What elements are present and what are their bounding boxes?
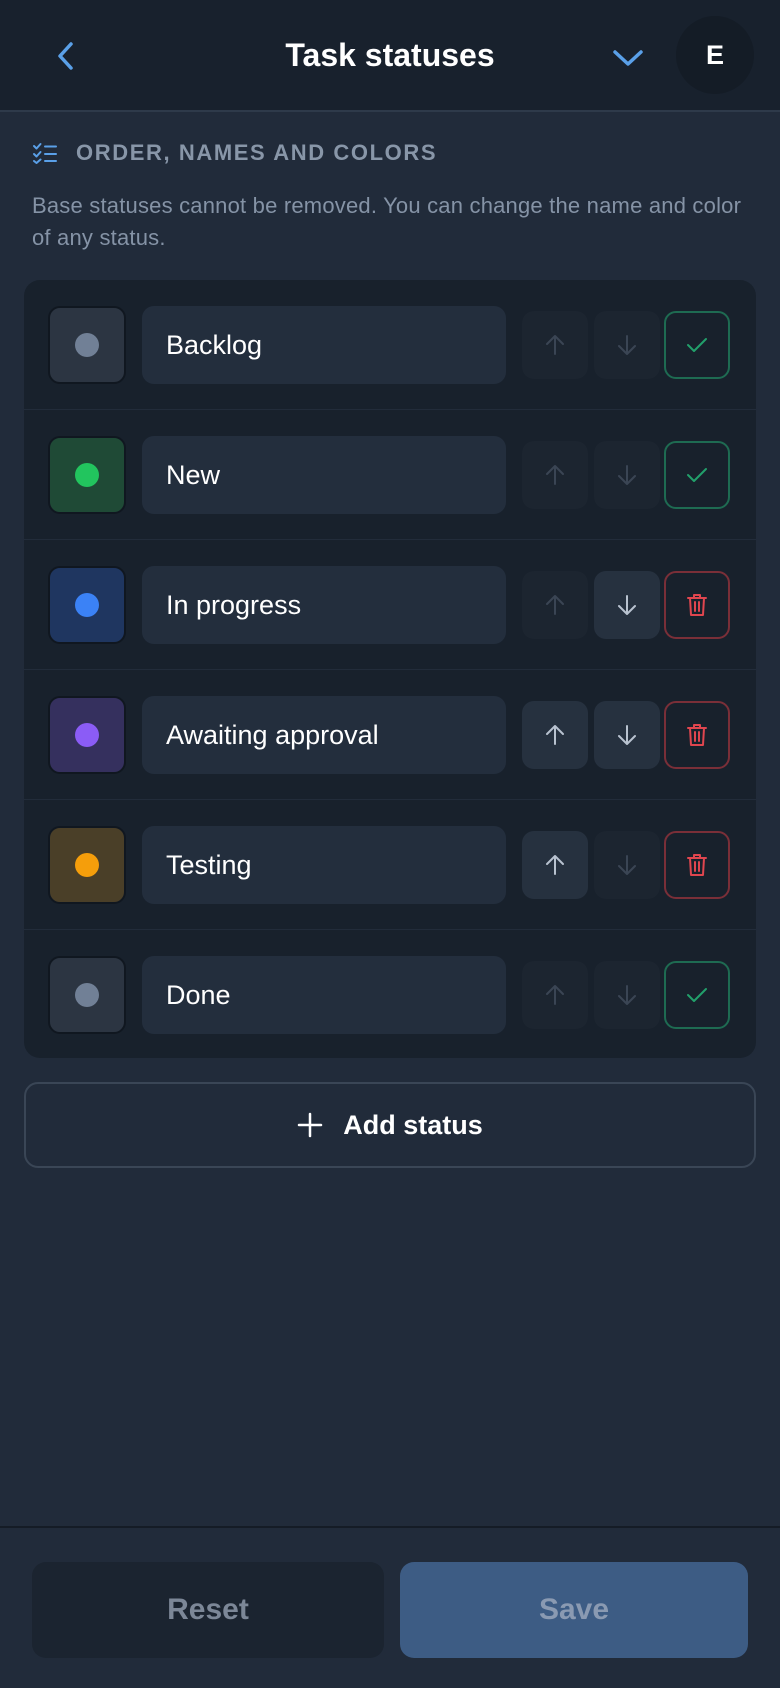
- header: Task statuses E: [0, 0, 780, 112]
- page-title: Task statuses: [285, 37, 495, 73]
- arrow-up-icon: [546, 335, 564, 355]
- add-status-button[interactable]: Add status: [24, 1082, 756, 1168]
- arrow-down-icon: [618, 985, 636, 1005]
- arrow-up-icon: [546, 595, 564, 615]
- arrow-down-icon: [618, 465, 636, 485]
- color-swatch-button[interactable]: [48, 436, 126, 514]
- avatar[interactable]: E: [676, 16, 754, 94]
- dropdown-button[interactable]: [606, 36, 650, 80]
- reset-button[interactable]: Reset: [32, 1562, 384, 1658]
- arrow-up-icon: [546, 985, 564, 1005]
- delete-status-button[interactable]: [664, 831, 730, 899]
- base-status-indicator: [664, 441, 730, 509]
- move-down-button[interactable]: [594, 311, 660, 379]
- color-swatch-button[interactable]: [48, 566, 126, 644]
- delete-status-button[interactable]: [664, 701, 730, 769]
- trash-icon: [687, 854, 707, 876]
- status-name-input[interactable]: [142, 306, 506, 384]
- arrow-down-icon: [618, 855, 636, 875]
- color-swatch-button[interactable]: [48, 826, 126, 904]
- section-header: ORDER, NAMES AND COLORS: [32, 138, 437, 168]
- color-dot: [75, 463, 99, 487]
- move-down-button[interactable]: [594, 571, 660, 639]
- status-name-input[interactable]: [142, 956, 506, 1034]
- move-up-button[interactable]: [522, 831, 588, 899]
- color-swatch-button[interactable]: [48, 696, 126, 774]
- checklist-icon: [33, 143, 57, 164]
- trash-icon: [687, 724, 707, 746]
- save-button[interactable]: Save: [400, 1562, 748, 1658]
- status-row: [24, 800, 756, 930]
- move-down-button[interactable]: [594, 831, 660, 899]
- color-swatch-button[interactable]: [48, 306, 126, 384]
- status-name-input[interactable]: [142, 826, 506, 904]
- footer: Reset Save: [0, 1526, 780, 1688]
- status-name-input[interactable]: [142, 436, 506, 514]
- arrow-down-icon: [618, 335, 636, 355]
- section-title: ORDER, NAMES AND COLORS: [76, 140, 438, 165]
- check-icon: [687, 338, 707, 352]
- check-icon: [687, 468, 707, 482]
- color-dot: [75, 723, 99, 747]
- arrow-up-icon: [546, 725, 564, 745]
- color-dot: [75, 333, 99, 357]
- base-status-indicator: [664, 961, 730, 1029]
- add-status-label: Add status: [343, 1109, 483, 1140]
- status-row: [24, 670, 756, 800]
- status-row: [24, 410, 756, 540]
- section-description: Base statuses cannot be removed. You can…: [32, 193, 742, 250]
- status-row: [24, 540, 756, 670]
- move-up-button[interactable]: [522, 961, 588, 1029]
- arrow-down-icon: [618, 595, 636, 615]
- delete-status-button[interactable]: [664, 571, 730, 639]
- status-name-input[interactable]: [142, 696, 506, 774]
- plus-icon: [297, 1112, 323, 1138]
- color-swatch-button[interactable]: [48, 956, 126, 1034]
- status-row: [24, 280, 756, 410]
- status-row: [24, 930, 756, 1058]
- move-down-button[interactable]: [594, 701, 660, 769]
- color-dot: [75, 853, 99, 877]
- trash-icon: [687, 594, 707, 616]
- arrow-up-icon: [546, 465, 564, 485]
- color-dot: [75, 593, 99, 617]
- move-up-button[interactable]: [522, 441, 588, 509]
- chevron-down-icon: [613, 50, 643, 66]
- base-status-indicator: [664, 311, 730, 379]
- status-name-input[interactable]: [142, 566, 506, 644]
- move-up-button[interactable]: [522, 571, 588, 639]
- arrow-up-icon: [546, 855, 564, 875]
- color-dot: [75, 983, 99, 1007]
- move-down-button[interactable]: [594, 441, 660, 509]
- move-down-button[interactable]: [594, 961, 660, 1029]
- move-up-button[interactable]: [522, 701, 588, 769]
- move-up-button[interactable]: [522, 311, 588, 379]
- check-icon: [687, 988, 707, 1002]
- task-statuses-page: Task statuses E ORDER, NAMES AND COLORS …: [0, 0, 780, 1688]
- arrow-down-icon: [618, 725, 636, 745]
- status-list: [24, 280, 756, 1058]
